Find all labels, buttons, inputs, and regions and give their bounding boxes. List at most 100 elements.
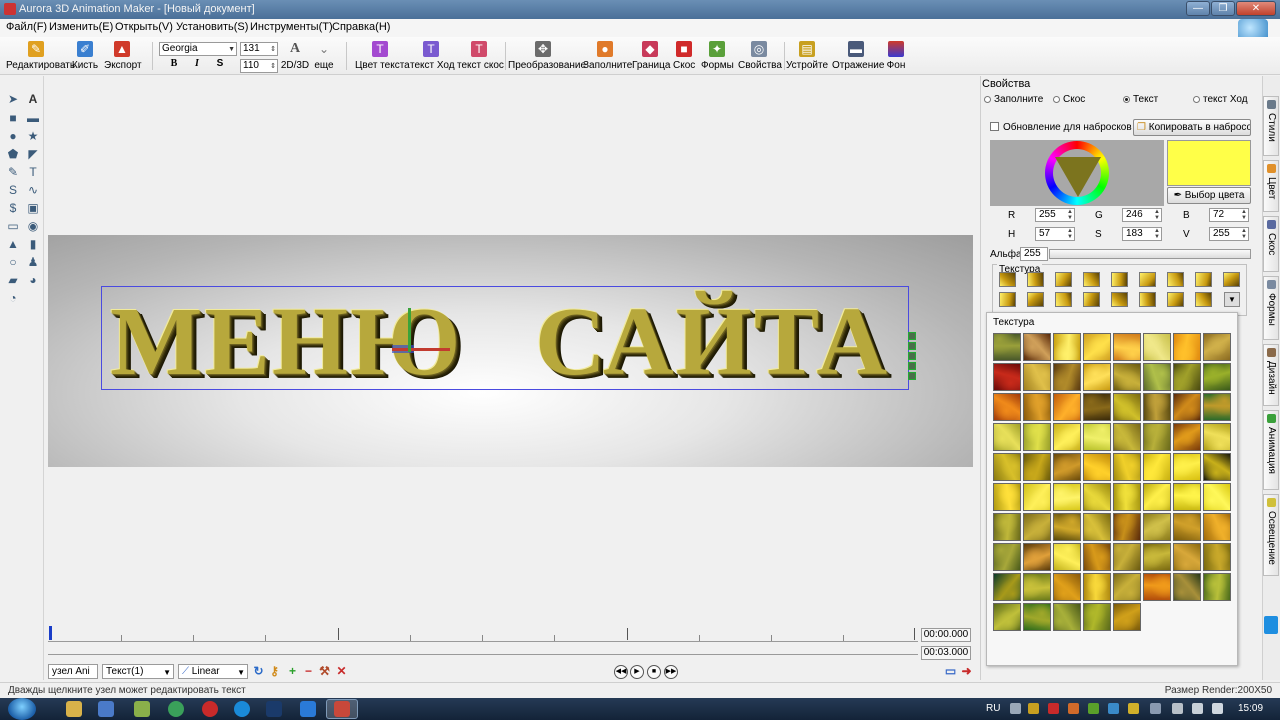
select-arrow-icon[interactable]: ➤ <box>6 92 20 106</box>
texture-thumb[interactable] <box>1083 573 1111 601</box>
cube-icon[interactable]: ▣ <box>26 201 40 215</box>
skype-icon[interactable] <box>234 701 250 717</box>
g-input[interactable]: 246 ▲ ▼ <box>1122 208 1162 222</box>
texture-thumb[interactable] <box>1083 483 1111 511</box>
text-path-button[interactable]: T текст Ход <box>410 39 455 73</box>
texture-thumb[interactable] <box>1203 423 1231 451</box>
handle-icon[interactable] <box>908 342 916 350</box>
texture-thumb[interactable] <box>993 543 1021 571</box>
texture-thumb[interactable] <box>993 333 1021 361</box>
texture-dropdown-button[interactable]: ▼ <box>1224 292 1240 307</box>
bird-icon[interactable]: ◕ <box>26 273 40 287</box>
texture-thumb[interactable] <box>1053 453 1081 481</box>
tray-update-icon[interactable] <box>1088 703 1099 714</box>
tray-download-icon[interactable] <box>1068 703 1079 714</box>
messenger-icon[interactable] <box>300 701 316 717</box>
close-button[interactable]: ✕ <box>1236 1 1276 16</box>
pick-color-button[interactable]: ✒ Выбор цвета <box>1167 187 1251 204</box>
keyframe-track[interactable] <box>48 645 918 655</box>
stop-icon[interactable]: ■ <box>647 665 661 679</box>
timeline-marker[interactable] <box>914 628 915 640</box>
minimize-button[interactable]: — <box>1186 1 1210 16</box>
text-color-button[interactable]: T Цвет текста <box>355 39 410 73</box>
texture-thumb[interactable] <box>1111 272 1128 287</box>
timeline-marker[interactable] <box>338 628 339 640</box>
texture-thumb[interactable] <box>1167 272 1184 287</box>
maximize-button[interactable]: ❐ <box>1211 1 1235 16</box>
opera-icon[interactable] <box>202 701 218 717</box>
texture-thumb[interactable] <box>1053 363 1081 391</box>
texture-thumb[interactable] <box>1173 363 1201 391</box>
cone-icon[interactable]: ▲ <box>6 237 20 251</box>
texture-thumb[interactable] <box>1139 272 1156 287</box>
texture-thumb[interactable] <box>1083 423 1111 451</box>
handle-icon[interactable] <box>908 372 916 380</box>
tab-styles[interactable]: Стили <box>1263 96 1279 156</box>
h-input[interactable]: 57 ▲ ▼ <box>1035 227 1075 241</box>
radio-bevel[interactable]: Скос <box>1053 94 1085 105</box>
background-button[interactable]: Фон <box>885 39 907 73</box>
texture-thumb[interactable] <box>1083 333 1111 361</box>
texture-thumb[interactable] <box>1053 573 1081 601</box>
mode-2d3d-button[interactable]: A 2D/3D <box>280 39 310 73</box>
texture-thumb[interactable] <box>1203 333 1231 361</box>
tab-design[interactable]: Дизайн <box>1263 344 1279 406</box>
texture-thumb[interactable] <box>1023 393 1051 421</box>
texture-thumb[interactable] <box>1055 272 1072 287</box>
border-button[interactable]: ◆ Граница <box>632 39 670 73</box>
circle-icon[interactable]: ● <box>6 129 20 143</box>
total-time[interactable]: 00:03.000 <box>921 646 971 660</box>
texture-thumb[interactable] <box>1083 363 1111 391</box>
texture-thumb[interactable] <box>999 272 1016 287</box>
brush-button[interactable]: ✐ Кисть <box>71 39 99 73</box>
texture-thumb[interactable] <box>1027 272 1044 287</box>
texture-thumb[interactable] <box>1113 363 1141 391</box>
texture-thumb[interactable] <box>1173 543 1201 571</box>
texture-thumb[interactable] <box>999 292 1016 307</box>
texture-thumb[interactable] <box>993 483 1021 511</box>
reflection-button[interactable]: ▬ Отражение <box>832 39 884 73</box>
texture-thumb[interactable] <box>1143 393 1171 421</box>
tab-color[interactable]: Цвет <box>1263 160 1279 212</box>
gizmo-x-axis[interactable] <box>392 348 450 351</box>
texture-thumb[interactable] <box>1173 513 1201 541</box>
texture-thumb[interactable] <box>1203 483 1231 511</box>
texture-thumb[interactable] <box>1113 333 1141 361</box>
curve-icon[interactable]: ∿ <box>26 183 40 197</box>
texture-thumb[interactable] <box>1113 603 1141 631</box>
texture-thumb[interactable] <box>993 573 1021 601</box>
menu-setup[interactable]: Установить(S) <box>176 21 248 33</box>
texture-thumb[interactable] <box>1113 453 1141 481</box>
radio-text-path[interactable]: текст Ход <box>1193 94 1248 105</box>
properties-button[interactable]: ◎ Свойства <box>738 39 782 73</box>
refresh-icon[interactable]: ↻ <box>252 665 265 678</box>
transform-button[interactable]: ✥ Преобразование <box>508 39 586 73</box>
tray-network-icon[interactable] <box>1150 703 1161 714</box>
texture-thumb[interactable] <box>1023 603 1051 631</box>
radio-fill[interactable]: Заполните <box>984 94 1043 105</box>
radio-text[interactable]: Текст <box>1123 94 1158 105</box>
texture-thumb[interactable] <box>1173 423 1201 451</box>
menu-file[interactable]: Файл(F) <box>6 21 47 33</box>
pen-icon[interactable]: ✎ <box>6 165 20 179</box>
tray-app-icon[interactable] <box>1028 703 1039 714</box>
texture-thumb[interactable] <box>1203 393 1231 421</box>
texture-thumb[interactable] <box>1083 292 1100 307</box>
explorer-icon[interactable] <box>66 701 82 717</box>
fill-button[interactable]: ● Заполните <box>583 39 632 73</box>
texture-thumb[interactable] <box>1203 543 1231 571</box>
texture-thumb[interactable] <box>1143 543 1171 571</box>
texture-thumb[interactable] <box>1223 272 1240 287</box>
texture-thumb[interactable] <box>1083 393 1111 421</box>
texture-thumb[interactable] <box>1083 272 1100 287</box>
texture-thumb[interactable] <box>1023 543 1051 571</box>
italic-button[interactable]: I <box>189 58 205 72</box>
dollar-icon[interactable]: $ <box>6 201 20 215</box>
shape-icon[interactable]: ◤ <box>26 147 40 161</box>
texture-thumb[interactable] <box>1173 333 1201 361</box>
bevel-button[interactable]: ■ Скос <box>673 39 695 73</box>
texture-thumb[interactable] <box>1055 292 1072 307</box>
v-input[interactable]: 255 ▲ ▼ <box>1209 227 1249 241</box>
cylinder-icon[interactable]: ▭ <box>6 219 20 233</box>
texture-thumb[interactable] <box>1143 513 1171 541</box>
